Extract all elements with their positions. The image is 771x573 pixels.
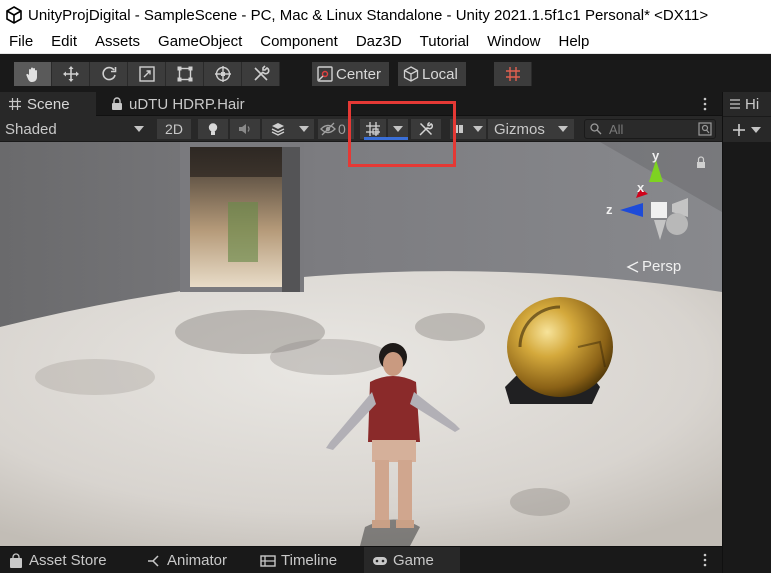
hierarchy-toolbar: [723, 116, 771, 142]
mode-2d-label: 2D: [165, 121, 183, 137]
pivot-center-icon: [317, 66, 333, 82]
tab-scene-label: Scene: [27, 95, 70, 113]
menu-file[interactable]: File: [0, 33, 42, 50]
scale-tool-button[interactable]: [128, 62, 166, 86]
tab-menu-icon[interactable]: [702, 96, 708, 112]
window-title: UnityProjDigital - SampleScene - PC, Mac…: [28, 6, 709, 24]
tab-hierarchy[interactable]: Hi: [723, 92, 771, 116]
gamepad-icon: [373, 556, 387, 565]
rect-transform-icon: [177, 66, 192, 82]
mode-2d-button[interactable]: 2D: [157, 119, 191, 139]
bottom-tab-row: Asset Store Animator Timeline Game: [0, 546, 722, 573]
menu-window[interactable]: Window: [478, 33, 549, 50]
gizmo-x-label: x: [637, 180, 645, 195]
tab-asset-store[interactable]: Asset Store: [0, 547, 115, 573]
transform-tools: [14, 62, 280, 86]
hand-tool-button[interactable]: [14, 62, 52, 86]
layers-icon: [271, 123, 285, 136]
menu-edit[interactable]: Edit: [42, 33, 86, 50]
gizmo-z-label: z: [606, 202, 613, 217]
gizmos-label: Gizmos: [494, 120, 545, 138]
pivot-mode-label: Center: [336, 65, 382, 83]
tab-game[interactable]: Game: [364, 547, 460, 573]
rect-tool-button[interactable]: [166, 62, 204, 86]
title-bar: UnityProjDigital - SampleScene - PC, Mac…: [0, 0, 771, 30]
shopping-bag-icon: [10, 552, 22, 568]
main-toolbar: Center Local: [0, 54, 771, 92]
menu-component[interactable]: Component: [251, 33, 347, 50]
draw-mode-dropdown[interactable]: Shaded: [5, 118, 150, 140]
tab-timeline[interactable]: Timeline: [252, 547, 345, 573]
menu-bar: File Edit Assets GameObject Component Da…: [0, 30, 771, 54]
rotate-tool-button[interactable]: [90, 62, 128, 86]
chevron-down-icon: [299, 126, 309, 132]
visibility-count: 0: [338, 121, 346, 137]
scene-grid-icon: [9, 98, 21, 110]
tab-asset-store-label: Asset Store: [29, 552, 107, 569]
draw-mode-label: Shaded: [5, 120, 57, 138]
bottom-tab-menu-icon[interactable]: [702, 552, 708, 568]
projection-toggle[interactable]: Persp: [626, 258, 681, 275]
tab-udtu-hair[interactable]: uDTU HDRP.Hair: [102, 92, 253, 116]
snap-settings-button[interactable]: [494, 62, 532, 86]
speaker-icon: [239, 124, 250, 134]
grid-snap-icon: [505, 67, 520, 81]
add-icon[interactable]: [731, 122, 747, 138]
effects-toggle[interactable]: [262, 119, 294, 139]
hierarchy-list-icon: [730, 99, 740, 109]
move-tool-button[interactable]: [52, 62, 90, 86]
chevron-down-icon[interactable]: [751, 126, 761, 133]
menu-daz3d[interactable]: Daz3D: [347, 33, 411, 50]
highlight-box: [348, 101, 456, 167]
cube-local-icon: [403, 66, 419, 82]
transform-icon: [214, 66, 231, 82]
hierarchy-panel: Hi: [722, 92, 771, 573]
hand-icon: [25, 67, 37, 82]
custom-tool-button[interactable]: [242, 62, 280, 86]
tab-animator[interactable]: Animator: [138, 547, 235, 573]
chevron-down-icon: [473, 126, 483, 132]
projection-label: Persp: [642, 258, 682, 275]
tab-timeline-label: Timeline: [281, 552, 338, 569]
audio-toggle[interactable]: [230, 119, 260, 139]
search-placeholder: All: [609, 121, 624, 137]
timeline-icon: [260, 554, 276, 567]
chevron-left-icon: [626, 260, 639, 273]
menu-tutorial[interactable]: Tutorial: [411, 33, 478, 50]
scene-render: [0, 142, 722, 546]
scale-icon: [138, 66, 155, 82]
scene-search-field[interactable]: All: [584, 119, 716, 139]
unity-logo-icon: [6, 6, 22, 24]
menu-gameobject[interactable]: GameObject: [149, 33, 251, 50]
tab-udtu-label: uDTU HDRP.Hair: [129, 95, 245, 113]
gizmo-y-label: y: [652, 148, 660, 163]
effects-dropdown[interactable]: [294, 119, 314, 139]
pivot-rotation-button[interactable]: Local: [398, 62, 466, 86]
tab-scene[interactable]: Scene: [0, 92, 96, 116]
search-icon: [590, 123, 602, 135]
pivot-mode-button[interactable]: Center: [312, 62, 390, 86]
hidden-eye-icon: [320, 122, 336, 136]
lock-icon: [112, 97, 122, 110]
chevron-down-icon: [134, 126, 144, 132]
tab-animator-label: Animator: [167, 552, 228, 569]
tools-icon: [253, 65, 269, 81]
scene-viewport[interactable]: y x z Persp: [0, 142, 722, 546]
transform-tool-button[interactable]: [204, 62, 242, 86]
tab-hierarchy-label: Hi: [745, 95, 760, 113]
chevron-down-icon: [558, 126, 568, 132]
gizmos-dropdown[interactable]: Gizmos: [488, 119, 574, 139]
animator-icon: [148, 554, 159, 567]
lighting-toggle[interactable]: [198, 119, 228, 139]
tab-game-label: Game: [393, 552, 434, 569]
move-icon: [62, 66, 79, 82]
menu-help[interactable]: Help: [550, 33, 599, 50]
menu-assets[interactable]: Assets: [86, 33, 149, 50]
rotate-icon: [101, 66, 116, 81]
lightbulb-icon: [208, 123, 218, 135]
pivot-rotation-label: Local: [422, 65, 458, 83]
search-options-icon[interactable]: [698, 122, 712, 136]
